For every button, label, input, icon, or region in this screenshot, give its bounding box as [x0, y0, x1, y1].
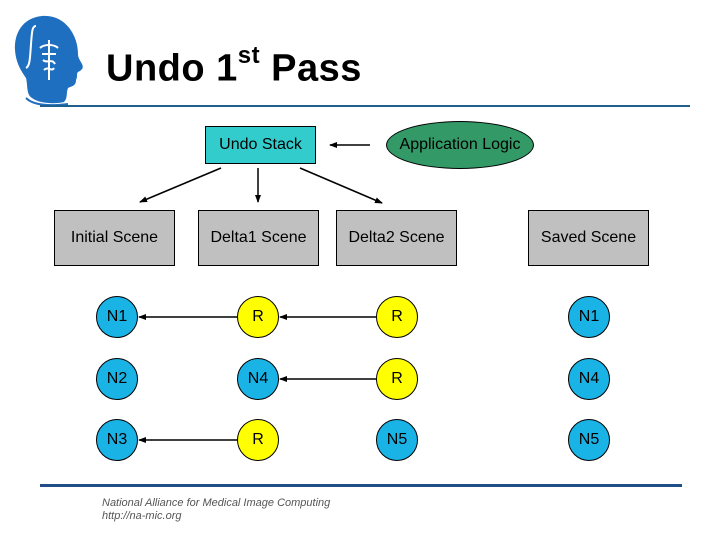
- header-divider: [40, 105, 690, 107]
- reference-node: R: [237, 296, 279, 338]
- arrow-stack-to-initial: [139, 167, 222, 203]
- scene-node: N2: [96, 358, 138, 400]
- arrow-stack-to-delta2: [299, 167, 383, 204]
- node-label: N3: [106, 431, 128, 448]
- reference-node: R: [376, 358, 418, 400]
- node-label: N5: [578, 431, 600, 448]
- reference-node: R: [237, 419, 279, 461]
- footer-divider: [40, 484, 682, 487]
- undo-stack-box: Undo Stack: [205, 126, 316, 164]
- node-label: N4: [578, 370, 600, 387]
- scene-label: Initial Scene: [70, 229, 159, 246]
- scene-node: N4: [568, 358, 610, 400]
- scene-node: N4: [237, 358, 279, 400]
- title-superscript: st: [237, 42, 261, 69]
- scene-initial: Initial Scene: [54, 210, 175, 266]
- scene-delta2: Delta2 Scene: [336, 210, 457, 266]
- scene-node: N1: [96, 296, 138, 338]
- scene-delta1: Delta1 Scene: [198, 210, 319, 266]
- node-label: N1: [106, 308, 128, 325]
- scene-label: Saved Scene: [540, 229, 637, 246]
- scene-node: N3: [96, 419, 138, 461]
- node-label: N4: [247, 370, 269, 387]
- title-rest: Pass: [260, 47, 362, 90]
- node-label: R: [391, 308, 403, 325]
- application-logic-label: Application Logic: [399, 136, 521, 153]
- reference-node: R: [376, 296, 418, 338]
- node-label: R: [252, 308, 264, 325]
- scene-label: Delta1 Scene: [210, 229, 307, 246]
- footer: National Alliance for Medical Image Comp…: [102, 497, 330, 523]
- scene-saved: Saved Scene: [528, 210, 649, 266]
- scene-node: N1: [568, 296, 610, 338]
- head-caduceus-logo-icon: [14, 15, 83, 106]
- node-label: N1: [578, 308, 600, 325]
- title-main: Undo 1: [106, 47, 238, 90]
- application-logic-oval: Application Logic: [386, 121, 534, 169]
- footer-url: http://na-mic.org: [102, 510, 182, 522]
- node-label: N2: [106, 370, 128, 387]
- undo-stack-label: Undo Stack: [219, 136, 302, 153]
- scene-node: N5: [376, 419, 418, 461]
- node-label: R: [391, 370, 403, 387]
- node-label: R: [252, 431, 264, 448]
- scene-label: Delta2 Scene: [348, 229, 445, 246]
- footer-org: National Alliance for Medical Image Comp…: [102, 497, 331, 509]
- page-title: Undo 1st Pass: [106, 42, 362, 91]
- scene-node: N5: [568, 419, 610, 461]
- node-label: N5: [386, 431, 408, 448]
